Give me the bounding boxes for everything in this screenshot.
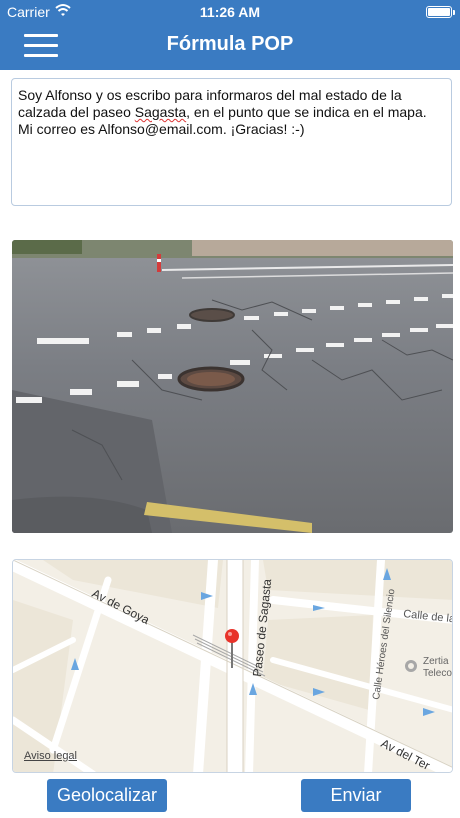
battery-icon [426, 6, 455, 18]
poi-label-2: Teleco [423, 668, 452, 679]
message-misspelled-word: Sagasta [134, 104, 187, 120]
street-photo[interactable] [12, 240, 453, 533]
message-textarea[interactable]: Soy Alfonso y os escribo para informaros… [11, 78, 452, 206]
send-button[interactable]: Enviar [301, 779, 411, 812]
status-time: 11:26 AM [199, 4, 261, 20]
battery-fill [428, 8, 450, 16]
geolocate-button[interactable]: Geolocalizar [47, 779, 167, 812]
page-title: Fórmula POP [166, 33, 294, 55]
status-bar: Carrier 11:26 AM [0, 0, 460, 24]
poi-label-1: Zertia [423, 656, 449, 667]
battery-nub [453, 10, 455, 15]
legal-notice-link[interactable]: Aviso legal [24, 750, 77, 762]
app-header: Carrier 11:26 AM Fórmula POP [0, 0, 460, 70]
location-map[interactable]: Av de Goya Paseo de Sagasta Calle de la … [12, 559, 453, 773]
